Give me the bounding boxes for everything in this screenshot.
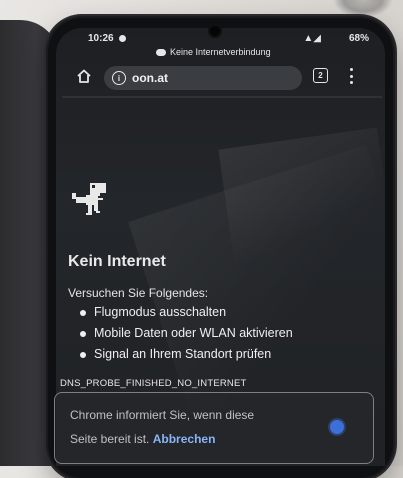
status-time: 10:26 [88, 33, 114, 44]
notify-text-prefix: Seite bereit ist. [70, 432, 150, 446]
suggestion-text: Mobile Daten oder WLAN aktivieren [94, 326, 293, 340]
bullet [80, 309, 86, 316]
suggestions-heading: Versuchen Sie Folgendes: [68, 286, 209, 300]
suggestion-text: Flugmodus ausschalten [94, 305, 227, 319]
info-icon[interactable]: i [112, 71, 126, 85]
screen-reflection [218, 127, 385, 269]
notification-icon [119, 35, 126, 42]
battery-level: 68% [348, 33, 369, 44]
list-item: Signal an Ihrem Standort prüfen [80, 344, 293, 365]
more-vert-icon[interactable] [348, 68, 354, 84]
notify-text-line2: Seite bereit ist. Abbrechen [70, 432, 215, 446]
bullet [80, 330, 86, 337]
signal-icon: ▲◢ [303, 33, 321, 44]
offline-banner: Keine Internetverbindung [156, 47, 271, 57]
bullet [80, 351, 86, 358]
front-camera [210, 26, 220, 36]
tab-count: 2 [318, 71, 323, 80]
home-button[interactable] [76, 68, 92, 84]
cloud-off-icon [156, 48, 166, 56]
error-code: DNS_PROBE_FINISHED_NO_INTERNET [60, 378, 247, 389]
suggestions-list: Flugmodus ausschalten Mobile Daten oder … [80, 302, 293, 365]
suggestion-text: Signal an Ihrem Standort prüfen [94, 347, 272, 361]
home-icon [77, 69, 91, 83]
page-title: Kein Internet [68, 253, 166, 270]
cancel-link[interactable]: Abbrechen [153, 432, 216, 446]
address-bar[interactable]: i oon.at [104, 66, 302, 90]
loading-indicator [330, 420, 344, 434]
tab-switcher-button[interactable]: 2 [313, 68, 328, 83]
url-text[interactable]: oon.at [132, 71, 168, 85]
offline-banner-text: Keine Internetverbindung [170, 47, 271, 57]
notify-text: Chrome informiert Sie, wenn diese [70, 408, 255, 422]
list-item: Mobile Daten oder WLAN aktivieren [80, 323, 293, 344]
dino-icon [72, 183, 106, 215]
background-object [333, 0, 393, 18]
notify-card [54, 392, 374, 464]
toolbar-divider [62, 96, 382, 98]
list-item: Flugmodus ausschalten [80, 302, 293, 323]
